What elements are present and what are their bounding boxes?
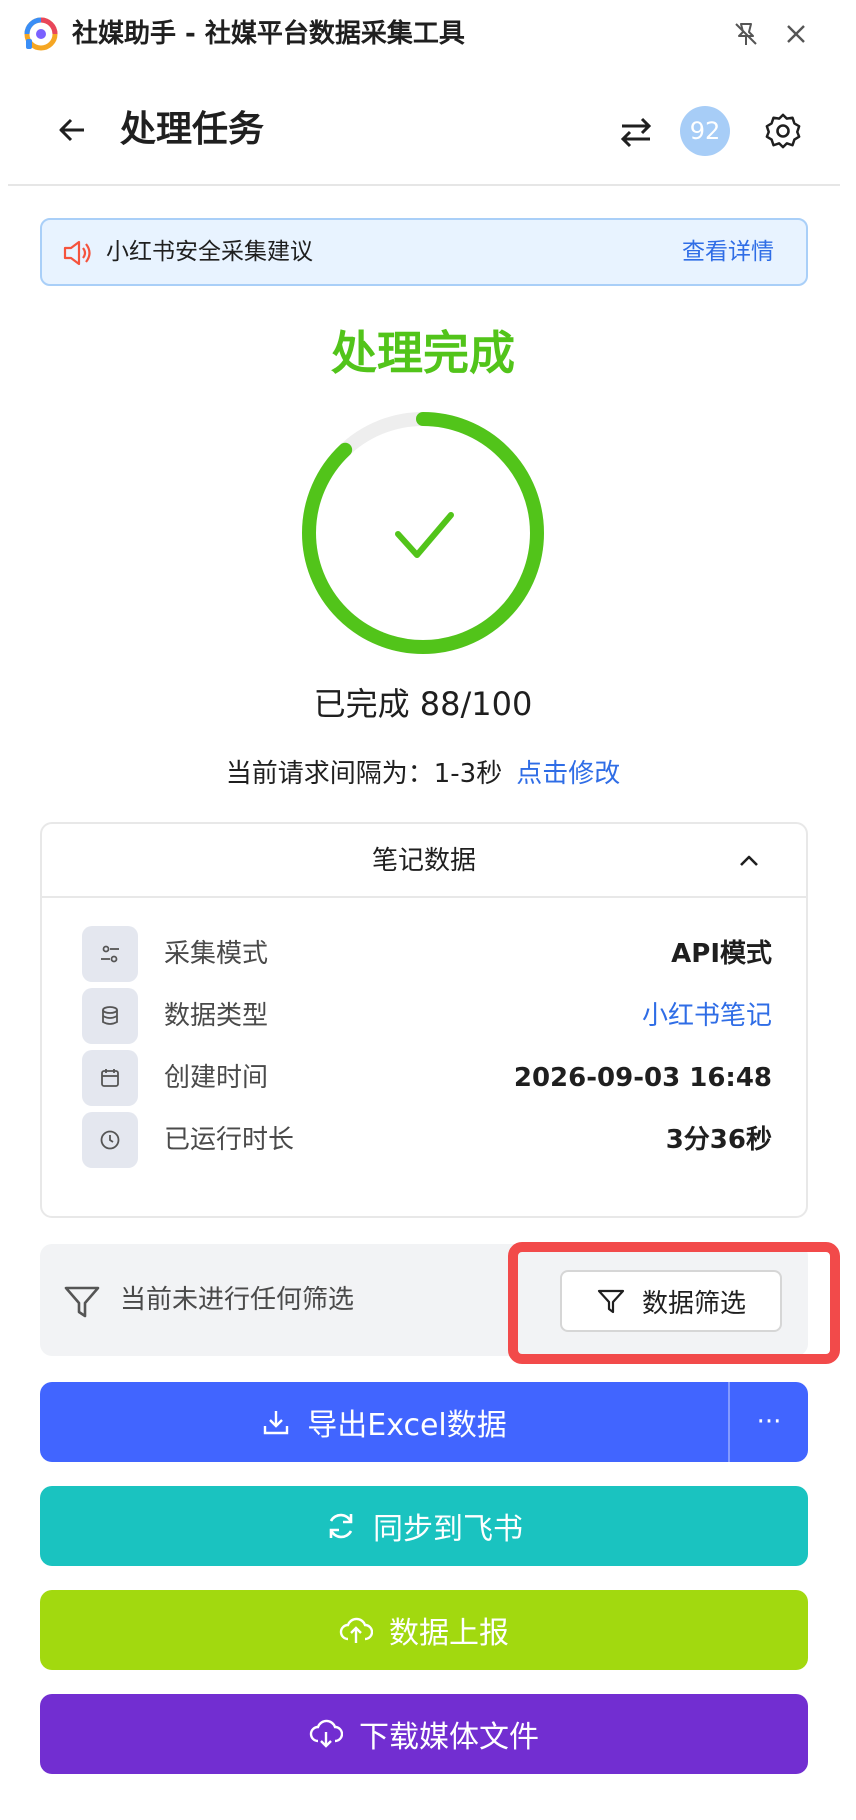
download-media-button[interactable]: 下载媒体文件 <box>40 1694 808 1774</box>
back-button[interactable] <box>50 108 94 152</box>
page-title: 处理任务 <box>120 109 265 150</box>
notice-banner: 小红书安全采集建议 查看详情 <box>40 218 808 286</box>
window-titlebar: 社媒助手 - 社媒平台数据采集工具 <box>0 0 856 68</box>
interval-row: 当前请求间隔为：1-3秒 点击修改 <box>0 754 846 794</box>
arrow-left-icon <box>59 118 84 142</box>
info-value: 3分36秒 <box>665 1125 772 1155</box>
filter-status-text: 当前未进行任何筛选 <box>120 1285 355 1315</box>
speaker-icon <box>63 240 91 266</box>
swap-arrows-icon <box>620 117 652 148</box>
info-row-data-type: 数据类型 小红书笔记 <box>82 988 772 1044</box>
gear-icon <box>765 113 801 149</box>
download-media-label: 下载媒体文件 <box>359 1720 539 1755</box>
data-report-label: 数据上报 <box>389 1616 509 1651</box>
app-logo-icon <box>24 17 58 51</box>
info-value: 2026-09-03 16:48 <box>513 1063 772 1093</box>
close-icon <box>787 25 805 43</box>
modify-interval-link[interactable]: 点击修改 <box>516 759 620 789</box>
info-label: 已运行时长 <box>164 1125 295 1155</box>
filter-icon <box>597 1289 625 1314</box>
info-row-runtime: 已运行时长 3分36秒 <box>82 1112 772 1168</box>
database-icon <box>82 988 138 1044</box>
sync-feishu-label: 同步到飞书 <box>373 1512 523 1547</box>
status-title: 处理完成 <box>331 326 515 380</box>
card-title: 笔记数据 <box>371 846 476 876</box>
settings-button[interactable] <box>758 106 808 156</box>
user-badge[interactable]: 92 <box>680 106 730 156</box>
sync-feishu-button[interactable]: 同步到飞书 <box>40 1486 808 1566</box>
data-filter-button[interactable]: 数据筛选 <box>560 1270 782 1332</box>
page-header: 处理任务 92 <box>8 70 840 186</box>
calendar-icon <box>82 1050 138 1106</box>
info-label: 创建时间 <box>164 1063 269 1093</box>
data-type-link[interactable]: 小红书笔记 <box>642 996 772 1036</box>
export-more-button[interactable]: ··· <box>730 1382 808 1462</box>
data-filter-label: 数据筛选 <box>641 1288 746 1319</box>
unpin-icon <box>735 23 757 45</box>
download-icon <box>264 1411 289 1435</box>
export-excel-button[interactable]: 导出Excel数据 <box>40 1382 728 1462</box>
info-label: 数据类型 <box>164 1001 269 1031</box>
progress-ring-fill <box>302 412 544 654</box>
filter-icon <box>64 1286 100 1318</box>
refresh-icon <box>329 1513 353 1539</box>
interval-label: 当前请求间隔为：1-3秒 <box>225 759 503 789</box>
progress-ring <box>302 412 544 654</box>
export-excel-button-group: 导出Excel数据 ··· <box>40 1382 808 1462</box>
note-data-card: 笔记数据 采集模式 API模式 数据类型 小红书笔记 创建时间 2026-09-… <box>40 822 808 1218</box>
chevron-up-icon <box>740 855 758 866</box>
close-button[interactable] <box>776 14 816 54</box>
app-title: 社媒助手 - 社媒平台数据采集工具 <box>72 19 465 49</box>
card-header[interactable]: 笔记数据 <box>42 824 806 898</box>
info-value: API模式 <box>671 939 772 969</box>
checkmark-icon <box>395 512 454 558</box>
progress-text: 已完成 88/100 <box>313 685 533 723</box>
notice-details-link[interactable]: 查看详情 <box>682 234 774 270</box>
unpin-button[interactable] <box>726 14 766 54</box>
switch-button[interactable] <box>612 108 660 156</box>
data-report-button[interactable]: 数据上报 <box>40 1590 808 1670</box>
cloud-upload-icon <box>339 1617 373 1643</box>
export-excel-label: 导出Excel数据 <box>307 1408 507 1443</box>
cloud-download-icon <box>309 1719 343 1748</box>
info-row-mode: 采集模式 API模式 <box>82 926 772 982</box>
info-label: 采集模式 <box>164 939 269 969</box>
clock-icon <box>82 1112 138 1168</box>
sliders-icon <box>82 926 138 982</box>
info-row-created: 创建时间 2026-09-03 16:48 <box>82 1050 772 1106</box>
notice-text: 小红书安全采集建议 <box>106 239 313 265</box>
